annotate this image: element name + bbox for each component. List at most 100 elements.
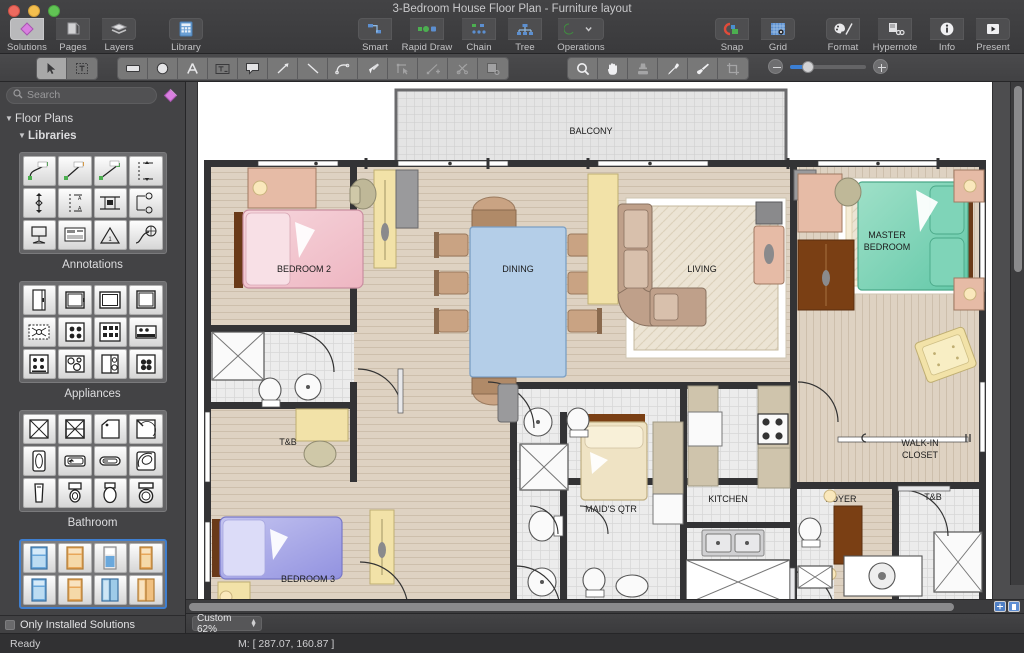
callout-tool[interactable] [238, 58, 268, 79]
stencil-icon[interactable]: AA [58, 188, 92, 218]
stencil-icon[interactable] [93, 575, 127, 605]
vertical-scroll-thumb[interactable] [1014, 86, 1022, 272]
stencil-icon[interactable] [22, 446, 56, 476]
text-tool[interactable] [178, 58, 208, 79]
vertical-scrollbar[interactable] [1010, 82, 1024, 585]
stencil-icon[interactable] [93, 446, 127, 476]
tree-item-libraries[interactable]: ▼ Libraries [0, 127, 185, 144]
toolbar-button-info[interactable]: Info [924, 16, 970, 53]
palette-furniture[interactable] [0, 539, 185, 609]
stencil-icon[interactable] [58, 349, 92, 379]
horizontal-scrollbar[interactable] [186, 600, 990, 614]
toolbar-button-snap[interactable]: Snap [709, 16, 755, 53]
stencil-icon[interactable] [93, 188, 127, 218]
tree-item-floor-plans[interactable]: ▼ Floor Plans [0, 110, 185, 127]
stencil-icon[interactable] [22, 575, 56, 605]
stencil-icon[interactable] [58, 543, 92, 573]
text-select-tool[interactable] [67, 58, 97, 79]
stencil-icon[interactable] [93, 414, 127, 444]
line-tool[interactable] [298, 58, 328, 79]
toolbar-button-rapid-draw[interactable]: Rapid Draw [398, 16, 456, 53]
document-page[interactable]: BALCONY BEDROOM 2 T&B BEDROOM 3 DINING L… [198, 82, 992, 599]
toolbar-button-tree[interactable]: Tree [502, 16, 548, 53]
stencil-palettes[interactable]: AA 1 Annotations Appliances Bathroom [0, 148, 185, 615]
stencil-icon[interactable] [129, 285, 163, 315]
palette-annotations[interactable]: AA 1 Annotations [0, 152, 185, 271]
page-navigator-button[interactable] [1008, 601, 1020, 612]
fit-page-button[interactable] [994, 601, 1006, 612]
toolbar-button-pages[interactable]: Pages [50, 16, 96, 53]
pen-tool[interactable] [358, 58, 388, 79]
stencil-icon[interactable] [129, 156, 163, 186]
stencil-icon[interactable] [129, 349, 163, 379]
toolbar-button-library[interactable]: Library [163, 16, 209, 53]
stencil-icon[interactable] [58, 220, 92, 250]
stencil-icon[interactable] [129, 575, 163, 605]
zoom-level-select[interactable]: Custom 62% ▲ ▼ [192, 613, 262, 635]
stencil-icon[interactable] [22, 543, 56, 573]
zoom-slider[interactable] [790, 60, 866, 73]
stencil-icon[interactable] [93, 317, 127, 347]
stencil-icon[interactable] [58, 285, 92, 315]
paint-brush-tool[interactable] [688, 58, 718, 79]
arc-tool[interactable] [328, 58, 358, 79]
stencil-icon[interactable] [129, 478, 163, 508]
arrow-tool[interactable] [268, 58, 298, 79]
stencil-icon[interactable] [129, 317, 163, 347]
stencil-icon[interactable] [93, 543, 127, 573]
cut-path-tool[interactable] [448, 58, 478, 79]
stencil-icon[interactable] [129, 188, 163, 218]
zoom-out-button[interactable] [768, 59, 783, 74]
pointer-tool[interactable] [37, 58, 67, 79]
zoom-in-button[interactable] [873, 59, 888, 74]
palette-bathroom[interactable]: Bathroom [0, 410, 185, 529]
stencil-icon[interactable] [22, 188, 56, 218]
stencil-icon[interactable] [129, 220, 163, 250]
edit-point-tool[interactable] [388, 58, 418, 79]
toolbar-button-format[interactable]: Format [820, 16, 866, 53]
zoom-tool[interactable] [568, 58, 598, 79]
stencil-icon[interactable] [22, 317, 56, 347]
search-input[interactable]: Search [6, 86, 157, 104]
toolbar-button-operations[interactable]: Operations [548, 16, 614, 53]
eyedropper-tool[interactable] [658, 58, 688, 79]
stencil-icon[interactable] [129, 446, 163, 476]
stencil-icon[interactable] [93, 349, 127, 379]
only-installed-checkbox[interactable] [5, 619, 15, 630]
stencil-icon[interactable] [22, 478, 56, 508]
drawing-canvas[interactable]: BALCONY BEDROOM 2 T&B BEDROOM 3 DINING L… [186, 82, 1024, 599]
stencil-icon[interactable] [129, 543, 163, 573]
toolbar-button-present[interactable]: Present [970, 16, 1016, 53]
stencil-icon[interactable] [93, 156, 127, 186]
stencil-icon[interactable] [129, 414, 163, 444]
solutions-diamond-icon[interactable] [162, 87, 179, 104]
stencil-icon[interactable] [93, 478, 127, 508]
stencil-icon[interactable] [22, 414, 56, 444]
only-installed-solutions-row[interactable]: Only Installed Solutions [0, 615, 185, 633]
toolbar-button-smart[interactable]: Smart [352, 16, 398, 53]
stencil-icon[interactable] [58, 156, 92, 186]
rectangle-tool[interactable] [118, 58, 148, 79]
stencil-icon[interactable] [22, 285, 56, 315]
stencil-icon[interactable] [22, 156, 56, 186]
toolbar-button-layers[interactable]: Layers [96, 16, 142, 53]
stamp-tool[interactable] [628, 58, 658, 79]
toolbar-button-grid[interactable]: Grid [755, 16, 801, 53]
stencil-icon[interactable] [58, 478, 92, 508]
stencil-icon[interactable] [58, 446, 92, 476]
add-point-tool[interactable] [418, 58, 448, 79]
stencil-icon[interactable] [22, 349, 56, 379]
stencil-icon[interactable] [58, 414, 92, 444]
toolbar-button-chain[interactable]: Chain [456, 16, 502, 53]
ellipse-tool[interactable] [148, 58, 178, 79]
hand-tool[interactable] [598, 58, 628, 79]
stencil-icon[interactable]: 1 [93, 220, 127, 250]
palette-appliances[interactable]: Appliances [0, 281, 185, 400]
mask-tool[interactable] [478, 58, 508, 79]
stencil-icon[interactable] [58, 575, 92, 605]
stencil-icon[interactable] [93, 285, 127, 315]
toolbar-button-hypernote[interactable]: Hypernote [866, 16, 924, 53]
stencil-icon[interactable] [58, 317, 92, 347]
toolbar-button-solutions[interactable]: Solutions [4, 16, 50, 53]
stencil-icon[interactable] [22, 220, 56, 250]
